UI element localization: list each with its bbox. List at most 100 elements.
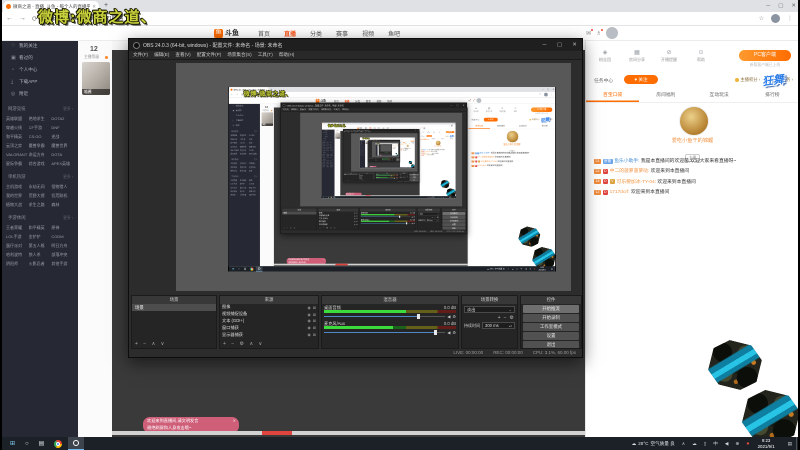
section-more-link[interactable]: 更多 › bbox=[254, 131, 258, 133]
chat-tab[interactable]: 房间福利 bbox=[639, 90, 692, 102]
window-maximize-button[interactable]: ▢ bbox=[778, 0, 783, 12]
nav-item[interactable]: 赛事 bbox=[336, 29, 348, 38]
category-link[interactable]: 火影忍者 bbox=[240, 193, 249, 197]
spinner-arrows-icon[interactable]: ▴▾ bbox=[437, 220, 438, 222]
reload-icon[interactable]: ⟳ bbox=[32, 15, 38, 23]
obs-menu-item[interactable]: 配置文件(P) bbox=[197, 52, 222, 58]
network-icon[interactable]: ⊕ bbox=[530, 268, 532, 270]
ime-icon[interactable]: 中 bbox=[520, 268, 522, 270]
visibility-icon[interactable]: ◉ bbox=[307, 332, 310, 337]
chat-tab[interactable]: 房间福利 bbox=[490, 124, 512, 129]
channel-settings-icon[interactable]: ⚙ bbox=[413, 216, 414, 218]
notification-center-icon[interactable]: ▤ bbox=[788, 441, 792, 447]
follow-button[interactable]: ♥ 关注 bbox=[624, 75, 658, 84]
obs-preview-canvas[interactable]: 微商之道 - 直播_斗鱼 - 每个人的直播平台 ✕ + ─ ▢ ✕ ← → ⟳ … bbox=[300, 112, 463, 207]
category-link[interactable]: 星际争霸 bbox=[6, 159, 29, 168]
explorer-icon[interactable]: ▤ bbox=[328, 197, 329, 198]
room-thumbnail[interactable]: 喵酱 bbox=[335, 133, 340, 139]
mixer-dock-header[interactable]: 混音器 bbox=[322, 296, 458, 304]
window-minimize-button[interactable]: ─ bbox=[766, 0, 770, 12]
chat-action-button[interactable]: ▦ 房间分享 bbox=[624, 49, 650, 63]
network-icon[interactable]: ⊕ bbox=[735, 441, 739, 447]
task-center-label[interactable]: 任务中心 bbox=[594, 77, 613, 84]
category-link[interactable]: 森林 bbox=[249, 169, 258, 173]
add-transition-icon[interactable]: + bbox=[498, 315, 501, 321]
chat-action-button[interactable]: ⊙ 帮助 bbox=[688, 49, 714, 63]
notification-center-icon[interactable]: ▤ bbox=[551, 268, 553, 270]
obs-maximize-button[interactable]: ▢ bbox=[552, 39, 567, 51]
category-link[interactable]: 主机游戏 bbox=[6, 182, 29, 191]
category-link[interactable]: LOL手游 bbox=[6, 232, 29, 241]
chat-tab[interactable]: 百宝口袋 bbox=[586, 90, 639, 102]
anchor-name[interactable]: 爱吃小鱼干的锦鲤 bbox=[586, 137, 799, 144]
category-link[interactable]: 火影忍者 bbox=[29, 259, 52, 268]
category-link[interactable]: 英雄联盟 bbox=[6, 114, 29, 123]
remove-transition-icon[interactable]: − bbox=[504, 315, 507, 321]
visibility-icon[interactable]: ◉ bbox=[354, 212, 355, 214]
chat-username[interactable]: 可乐要加冰-TY-04: bbox=[617, 180, 657, 185]
sidebar-quick-item[interactable]: ⤓ 下载APP bbox=[2, 76, 78, 88]
bookmark-star-icon[interactable]: ☆ bbox=[759, 15, 764, 22]
browser-menu-icon[interactable]: ⋮ bbox=[787, 15, 793, 22]
nav-item[interactable]: 首页 bbox=[258, 29, 270, 38]
chat-tab[interactable]: 互动玩法 bbox=[693, 90, 746, 102]
category-link[interactable]: CF手游 bbox=[29, 123, 52, 132]
category-link[interactable]: 求生之路 bbox=[29, 200, 52, 209]
obs-preview-canvas[interactable] bbox=[380, 145, 392, 152]
chat-action-button[interactable]: ⊘ 开播提醒 bbox=[432, 131, 436, 133]
start-button[interactable]: ⊞ bbox=[232, 267, 234, 270]
category-link[interactable]: CODM bbox=[51, 232, 74, 241]
sidebar-quick-item[interactable]: ◎ 附近 bbox=[229, 123, 260, 128]
volume-icon[interactable]: ◀ bbox=[443, 197, 444, 198]
obs-window[interactable]: OBS 24.0.3 (64-bit, windows) - 配置文件: 未命名… bbox=[342, 129, 420, 183]
room-thumbnail[interactable]: 喵酱 bbox=[261, 112, 274, 126]
follow-button[interactable]: ♥ 关注 bbox=[426, 135, 433, 137]
chat-action-button[interactable]: ⊘ 开播提醒 bbox=[656, 49, 682, 63]
visibility-icon[interactable]: ◉ bbox=[354, 215, 355, 217]
category-link[interactable]: APEX英雄 bbox=[330, 149, 334, 151]
chrome-taskbar-icon[interactable] bbox=[250, 267, 254, 271]
forward-icon[interactable]: → bbox=[19, 15, 26, 22]
obs-title-bar[interactable]: OBS 24.0.3 (64-bit, windows) - 配置文件: 未命名… bbox=[129, 39, 582, 51]
duration-spinner[interactable]: 300 ms ▴▾ bbox=[482, 322, 515, 329]
transition-select[interactable]: 淡出 ⌄ bbox=[464, 306, 515, 313]
category-link[interactable]: 荒野大镖 bbox=[29, 191, 52, 200]
header-notification-icon[interactable]: ♗ bbox=[596, 28, 604, 37]
obs-menu-item[interactable]: 文件(F) bbox=[133, 52, 148, 58]
chat-tab[interactable]: 房间福利 bbox=[429, 138, 438, 140]
visibility-icon[interactable]: ◉ bbox=[307, 312, 310, 317]
category-link[interactable]: VALORANT bbox=[6, 150, 29, 159]
chat-action-button[interactable]: ⊙ 帮助 bbox=[437, 131, 441, 133]
category-link[interactable]: 怪物猎人 bbox=[51, 182, 74, 191]
tray-expand-icon[interactable]: ∧ bbox=[682, 441, 685, 447]
tray-expand-icon[interactable]: ∧ bbox=[508, 268, 509, 270]
notice-close-icon[interactable]: ✕ bbox=[233, 418, 236, 424]
category-link[interactable]: 云顶之弈 bbox=[6, 141, 29, 150]
network-icon[interactable]: ⊕ bbox=[445, 197, 446, 198]
category-link[interactable]: 森林 bbox=[330, 156, 334, 158]
lock-icon[interactable]: ⊠ bbox=[313, 312, 316, 317]
obs-menu-item[interactable]: 场景集合(S) bbox=[227, 52, 252, 58]
scenes-dock-header[interactable]: 场景 bbox=[132, 296, 216, 304]
search-icon[interactable]: ○ bbox=[25, 441, 29, 447]
nav-item[interactable]: 鱼吧 bbox=[388, 29, 400, 38]
obs-minimize-button[interactable]: ─ bbox=[537, 39, 552, 51]
sidebar-quick-item[interactable]: ♡ 我的关注 bbox=[2, 40, 78, 52]
obs-menu-item[interactable]: 场景集合(S) bbox=[321, 108, 331, 110]
category-link[interactable]: 部落冲突 bbox=[51, 250, 74, 259]
channel-settings-icon[interactable]: ⚙ bbox=[452, 314, 456, 319]
category-link[interactable]: DOTA bbox=[51, 150, 74, 159]
lock-icon[interactable]: ⊠ bbox=[313, 325, 316, 330]
category-link[interactable]: 森林 bbox=[51, 200, 74, 209]
bookmark-star-icon[interactable]: ☆ bbox=[449, 125, 450, 126]
section-more-link[interactable]: 更多 › bbox=[63, 216, 73, 221]
obs-preview-canvas[interactable]: 微商之道 - 直播_斗鱼 - 每个人的直播平台 ✕ + ─ ▢ ✕ ← → ⟳ … bbox=[351, 133, 418, 172]
lock-icon[interactable]: ⊠ bbox=[356, 218, 357, 220]
volume-icon[interactable]: ◀ bbox=[525, 268, 526, 270]
category-link[interactable]: APEX英雄 bbox=[51, 159, 74, 168]
duration-spinner[interactable]: 300 ms ▴▾ bbox=[425, 219, 440, 222]
bookmark-star-icon[interactable]: ☆ bbox=[539, 93, 541, 96]
mute-icon[interactable]: ◀ bbox=[411, 222, 412, 224]
taskbar-clock[interactable]: 9:23 2021/9/1 bbox=[449, 196, 452, 198]
category-link[interactable]: 逆战 bbox=[51, 132, 74, 141]
